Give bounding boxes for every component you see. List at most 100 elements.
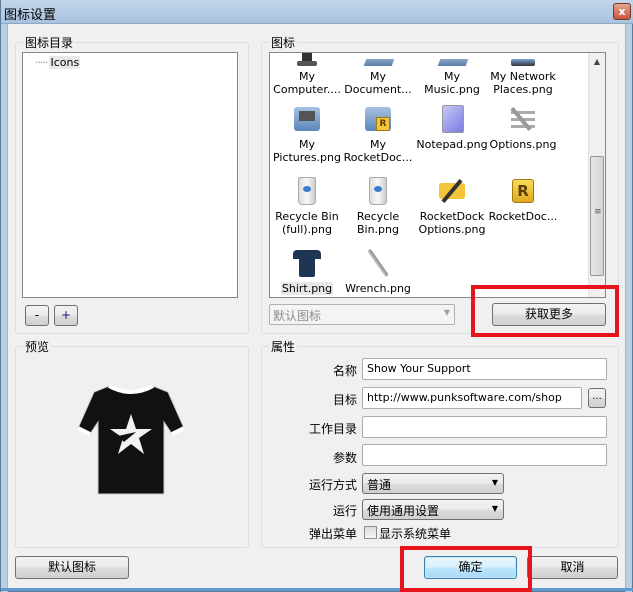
target-field[interactable]: http://www.punksoftware.com/shop xyxy=(362,387,582,409)
icons-label: 图标 xyxy=(269,34,298,51)
window-frame-left xyxy=(1,24,8,592)
icon-item[interactable]: RocketDock Options.png xyxy=(415,175,489,236)
scroll-thumb[interactable]: ≡ xyxy=(590,156,604,276)
plus-icon: + xyxy=(60,308,72,322)
my-documents-icon xyxy=(362,53,395,67)
remove-catalog-button[interactable]: - xyxy=(25,305,49,326)
chevron-down-icon: ▼ xyxy=(443,308,450,317)
icon-item-label: My Music.png xyxy=(424,70,480,96)
default-icon-button[interactable]: 默认图标 xyxy=(15,556,129,579)
window-title: 图标设置 xyxy=(4,8,57,23)
run-select[interactable]: 使用通用设置 ▼ xyxy=(362,499,504,520)
chevron-down-icon: ▼ xyxy=(491,504,498,513)
show-system-menu-label[interactable]: 显示系统菜单 xyxy=(379,525,451,542)
icon-item-label: Notepad.png xyxy=(416,138,488,151)
close-button[interactable]: x xyxy=(613,3,631,20)
icon-item[interactable]: Recycle Bin (full).png xyxy=(270,175,344,236)
icon-item[interactable]: My Document... xyxy=(341,53,415,96)
icon-item[interactable]: My Pictures.png xyxy=(270,103,344,164)
t-shirt-preview-image xyxy=(76,384,186,496)
options-icon xyxy=(507,103,539,135)
cancel-button[interactable]: 取消 xyxy=(527,556,618,579)
default-icon-label: 默认图标 xyxy=(47,560,96,574)
icon-item[interactable]: Notepad.png xyxy=(415,103,489,151)
workdir-field[interactable] xyxy=(362,416,607,438)
run-mode-select[interactable]: 普通 ▼ xyxy=(362,473,504,494)
notepad-icon xyxy=(436,103,468,135)
name-value: Show Your Support xyxy=(367,362,471,375)
run-value: 使用通用设置 xyxy=(367,504,440,518)
popup-menu-label: 弹出菜单 xyxy=(308,527,357,541)
grip-icon: ≡ xyxy=(594,207,602,217)
show-system-menu-checkbox[interactable] xyxy=(364,526,377,539)
my-music-icon xyxy=(436,53,469,67)
chevron-down-icon: ▼ xyxy=(491,478,498,487)
run-mode-label: 运行方式 xyxy=(308,478,357,492)
add-catalog-button[interactable]: + xyxy=(54,305,78,326)
rocketdock-icon: R xyxy=(507,175,539,207)
icon-item[interactable]: My Computer.... xyxy=(270,53,344,96)
icon-item-label: My RocketDoc... xyxy=(343,138,413,164)
icon-grid-scrollbar[interactable]: ▲ ≡ xyxy=(588,53,605,297)
icon-item-label: Shirt.png xyxy=(280,282,334,295)
name-field[interactable]: Show Your Support xyxy=(362,358,607,380)
run-label: 运行 xyxy=(332,504,357,518)
icon-item[interactable]: Recycle Bin.png xyxy=(341,175,415,236)
icon-item-selected[interactable]: Shirt.png xyxy=(270,247,344,295)
icon-source-value: 默认图标 xyxy=(273,309,322,323)
icon-item[interactable]: My Network Places.png xyxy=(486,53,560,96)
name-label: 名称 xyxy=(332,364,357,378)
icon-item-label: My Computer.... xyxy=(273,70,341,96)
recycle-bin-icon xyxy=(362,175,394,207)
workdir-label: 工作目录 xyxy=(308,422,357,436)
minus-icon: - xyxy=(34,308,40,322)
icon-item[interactable]: R My RocketDoc... xyxy=(341,103,415,164)
browse-target-button[interactable]: ... xyxy=(588,388,606,408)
window-frame-bottom xyxy=(1,588,633,591)
icon-catalog-label: 图标目录 xyxy=(23,34,76,51)
window-frame-right xyxy=(625,24,632,592)
icon-item-label: Recycle Bin.png xyxy=(356,210,400,236)
icon-item[interactable]: My Music.png xyxy=(415,53,489,96)
highlight-box-ok xyxy=(400,546,532,592)
icon-item[interactable]: Wrench.png xyxy=(341,247,415,295)
tree-item-icons[interactable]: ····· Icons xyxy=(35,56,81,69)
icon-item-label: RocketDock Options.png xyxy=(418,210,486,236)
recycle-bin-full-icon xyxy=(291,175,323,207)
shirt-icon xyxy=(291,247,323,279)
run-mode-value: 普通 xyxy=(367,478,392,492)
icon-grid[interactable]: My Computer.... My Document... My Music.… xyxy=(269,52,606,298)
tree-item-label: Icons xyxy=(49,56,81,69)
icon-catalog-tree[interactable]: ····· Icons xyxy=(22,52,238,298)
icon-item-label: My Network Places.png xyxy=(490,70,556,96)
tree-connector: ····· xyxy=(35,56,49,69)
my-pictures-icon xyxy=(291,103,323,135)
my-computer-icon xyxy=(291,53,323,67)
icon-item[interactable]: Options.png xyxy=(486,103,560,151)
icon-source-select: 默认图标 ▼ xyxy=(269,304,455,325)
icon-item-label: My Document... xyxy=(344,70,412,96)
target-value: http://www.punksoftware.com/shop xyxy=(367,391,562,404)
icon-item[interactable]: R RocketDoc... xyxy=(486,175,560,223)
network-places-icon xyxy=(507,53,539,67)
icon-item-label: RocketDoc... xyxy=(488,210,558,223)
icon-item-label: Options.png xyxy=(489,138,557,151)
wrench-icon xyxy=(362,247,394,279)
args-field[interactable] xyxy=(362,444,607,466)
scroll-up-icon[interactable]: ▲ xyxy=(589,53,605,70)
title-bar: 图标设置 x xyxy=(1,0,633,24)
preview-label: 预览 xyxy=(23,338,52,355)
icon-item-label: Recycle Bin (full).png xyxy=(275,210,339,236)
icon-item-label: Wrench.png xyxy=(345,282,411,295)
ellipsis-icon: ... xyxy=(592,391,602,402)
properties-label: 属性 xyxy=(269,338,298,355)
icon-item-label: My Pictures.png xyxy=(273,138,341,164)
cancel-label: 取消 xyxy=(560,560,585,574)
args-label: 参数 xyxy=(332,451,357,465)
highlight-box-get-more xyxy=(471,285,619,337)
close-icon: x xyxy=(618,5,626,18)
rocketdock-folder-icon: R xyxy=(362,103,394,135)
target-label: 目标 xyxy=(332,393,357,407)
t-shirt-icon xyxy=(77,384,185,495)
rocketdock-options-icon xyxy=(436,175,468,207)
